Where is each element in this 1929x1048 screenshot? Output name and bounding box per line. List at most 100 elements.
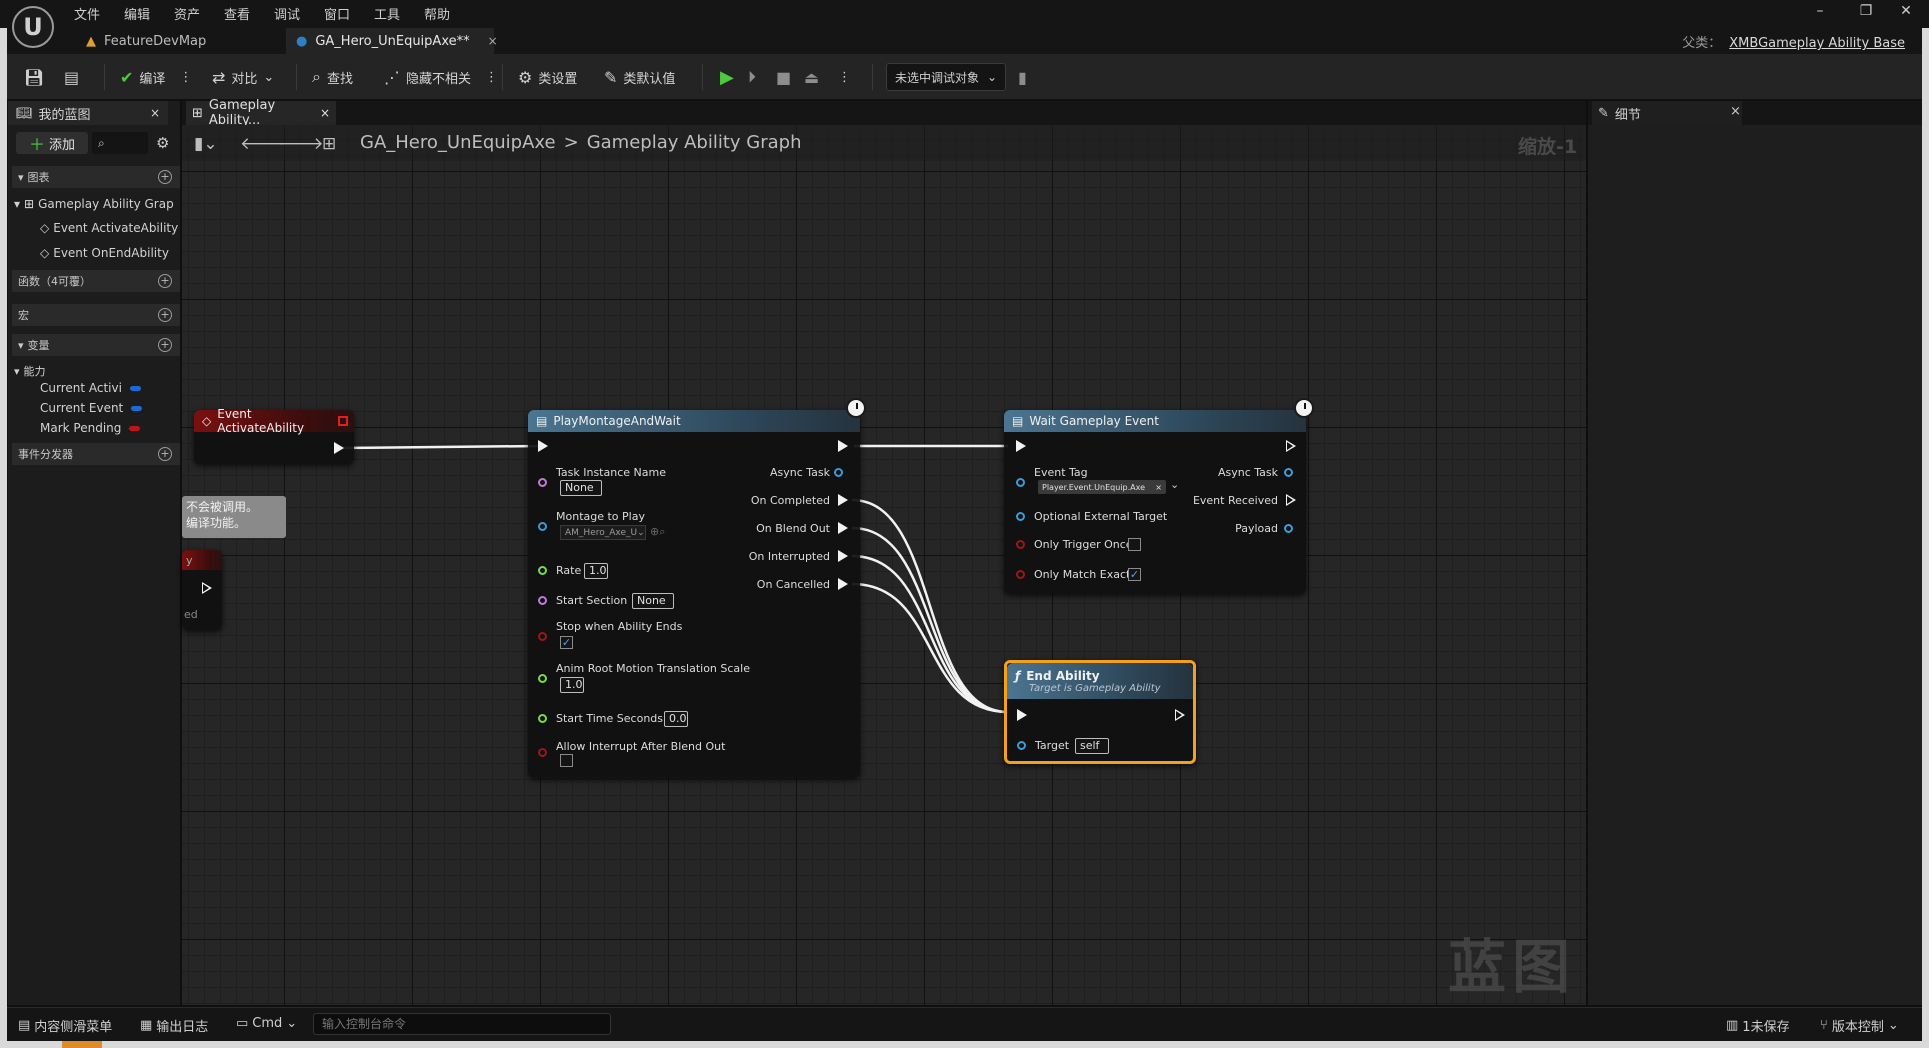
start-time-pin[interactable]: [538, 714, 547, 723]
event-tag-chip[interactable]: Player.Event.UnEquip.Axe ×: [1038, 480, 1166, 494]
section-graphs[interactable]: ▾ 图表 +: [12, 166, 180, 188]
montage-pin[interactable]: [538, 522, 547, 531]
cmd-dropdown[interactable]: ▭ Cmd ⌄: [236, 1016, 297, 1031]
menu-debug[interactable]: 调试: [274, 4, 300, 23]
add-variable-icon[interactable]: +: [158, 338, 172, 352]
stop-when-ends-pin[interactable]: [538, 632, 547, 641]
payload-out-pin[interactable]: [1284, 524, 1293, 533]
rate-pin[interactable]: [538, 566, 547, 575]
only-trigger-once-pin[interactable]: [1016, 540, 1025, 549]
menu-help[interactable]: 帮助: [424, 4, 450, 23]
async-task-out-pin[interactable]: [834, 468, 843, 477]
gear-icon[interactable]: ⚙: [156, 134, 169, 152]
bookmark-icon[interactable]: ▮⌄: [194, 134, 218, 154]
breadcrumb-asset[interactable]: GA_Hero_UnEquipAxe: [360, 132, 556, 153]
only-match-exact-checkbox[interactable]: ✓: [1128, 568, 1141, 581]
graph-item-event-end[interactable]: ◇ Event OnEndAbility: [40, 246, 169, 260]
add-macro-icon[interactable]: +: [158, 308, 172, 322]
section-variables[interactable]: ▾ 变量 +: [12, 334, 180, 356]
comment-bubble[interactable]: 不会被调用。 编译功能。: [182, 496, 286, 538]
class-settings-button[interactable]: ⚙ 类设置: [518, 66, 577, 88]
forward-arrow-icon[interactable]: 🡒: [278, 134, 324, 154]
class-defaults-button[interactable]: ✎ 类默认值: [604, 66, 675, 88]
exec-out-pin[interactable]: [1286, 440, 1296, 452]
only-trigger-once-checkbox[interactable]: [1128, 538, 1141, 551]
allow-interrupt-pin[interactable]: [538, 748, 547, 757]
on-completed-pin[interactable]: [838, 494, 848, 506]
graph-root-item[interactable]: ▾ ⊞ Gameplay Ability Grap: [14, 197, 174, 211]
debug-find-button[interactable]: ▮: [1018, 66, 1027, 88]
tab-ga-hero-unequip-axe[interactable]: ● GA_Hero_UnEquipAxe** ×: [286, 28, 498, 54]
node-play-montage-and-wait[interactable]: ▤ PlayMontageAndWait Task Instance Name …: [528, 398, 866, 778]
node-event-activate-ability[interactable]: ◇ Event ActivateAbility: [194, 407, 354, 464]
add-button[interactable]: ＋ 添加: [16, 132, 88, 154]
minimize-button[interactable]: –: [1810, 3, 1830, 19]
find-button[interactable]: ⌕ 查找: [312, 66, 353, 88]
exec-out-pin[interactable]: [838, 440, 848, 452]
close-window-button[interactable]: ✕: [1896, 3, 1916, 19]
menu-window[interactable]: 窗口: [324, 4, 350, 23]
exec-in-pin[interactable]: [1016, 440, 1026, 452]
output-log-button[interactable]: ▦ 输出日志: [140, 1016, 208, 1035]
stop-when-ends-checkbox[interactable]: ✓: [560, 636, 573, 649]
save-button[interactable]: 💾︎: [24, 66, 44, 88]
target-pin[interactable]: [1017, 741, 1026, 750]
menu-asset[interactable]: 资产: [174, 4, 200, 23]
section-functions[interactable]: 函数（4可覆） +: [12, 270, 180, 292]
allow-interrupt-checkbox[interactable]: [560, 754, 573, 767]
node-wait-gameplay-event[interactable]: ▤ Wait Gameplay Event Event Tag Player.E…: [1004, 398, 1314, 594]
start-time-input[interactable]: 0.0: [664, 711, 688, 727]
start-section-input[interactable]: None: [632, 593, 674, 609]
on-cancelled-pin[interactable]: [838, 578, 848, 590]
menu-edit[interactable]: 编辑: [124, 4, 150, 23]
add-graph-icon[interactable]: +: [158, 170, 172, 184]
node-end-ability[interactable]: ƒ End Ability Target is Gameplay Ability …: [1004, 660, 1196, 764]
only-match-exact-pin[interactable]: [1016, 570, 1025, 579]
restore-button[interactable]: ❐: [1856, 3, 1876, 19]
exec-in-pin[interactable]: [538, 440, 548, 452]
optional-target-pin[interactable]: [1016, 512, 1025, 521]
tab-close-icon[interactable]: ×: [488, 34, 498, 48]
section-macros[interactable]: 宏 +: [12, 304, 180, 326]
close-icon[interactable]: ×: [320, 106, 330, 120]
start-section-pin[interactable]: [538, 596, 547, 605]
variable-category[interactable]: ▾ 能力: [14, 363, 46, 379]
unreal-logo-icon[interactable]: U: [12, 6, 54, 48]
task-instance-pin[interactable]: [538, 478, 547, 487]
task-instance-input[interactable]: None: [560, 480, 602, 496]
unsaved-button[interactable]: ▥ 1未保存: [1726, 1016, 1790, 1035]
browse-asset-icon[interactable]: ⊕⌕: [650, 525, 665, 539]
tab-my-blueprint[interactable]: 📖︎ 我的蓝图 ×: [8, 101, 168, 125]
console-command-input[interactable]: [313, 1013, 611, 1035]
parent-class-link[interactable]: XMBGameplay Ability Base: [1729, 36, 1905, 51]
hide-unrelated-button[interactable]: ⋰ 隐藏不相关 ⋮: [384, 66, 498, 88]
compile-options-icon[interactable]: ⋮: [179, 70, 192, 85]
play-button[interactable]: ▶: [720, 66, 734, 88]
diff-button[interactable]: ⇄ 对比 ⌄: [212, 66, 274, 88]
blueprint-search-input[interactable]: ⌕: [92, 132, 148, 154]
event-received-pin[interactable]: [1286, 494, 1296, 506]
event-tag-pin[interactable]: [1016, 478, 1025, 487]
exec-out-pin[interactable]: [202, 582, 212, 594]
add-dispatcher-icon[interactable]: +: [158, 447, 172, 461]
section-dispatchers[interactable]: 事件分发器 +: [12, 443, 180, 465]
anim-root-motion-pin[interactable]: [538, 674, 547, 683]
add-function-icon[interactable]: +: [158, 274, 172, 288]
remove-tag-icon[interactable]: ×: [1155, 483, 1162, 492]
graph-item-event-activate[interactable]: ◇ Event ActivateAbility: [40, 221, 178, 235]
montage-asset-picker[interactable]: AM_Hero_Axe_U ⌄: [560, 525, 646, 540]
tab-feature-dev-map[interactable]: ▲ FeatureDevMap: [76, 28, 276, 54]
anim-root-motion-input[interactable]: 1.0: [560, 677, 584, 693]
delegate-pin-icon[interactable]: [338, 416, 348, 426]
async-task-out-pin[interactable]: [1284, 468, 1293, 477]
on-interrupted-pin[interactable]: [838, 550, 848, 562]
breadcrumb-graph[interactable]: Gameplay Ability Graph: [587, 132, 802, 153]
exec-in-pin[interactable]: [1017, 709, 1027, 721]
rate-input[interactable]: 1.0: [584, 563, 608, 579]
variable-item[interactable]: Mark Pending: [40, 421, 141, 435]
stop-button[interactable]: ■: [776, 66, 791, 88]
menu-view[interactable]: 查看: [224, 4, 250, 23]
tab-gameplay-ability-graph[interactable]: ⊞ Gameplay Ability... ×: [186, 98, 336, 128]
more-options-icon[interactable]: ⋮: [485, 70, 498, 85]
exec-out-pin[interactable]: [1175, 709, 1185, 721]
